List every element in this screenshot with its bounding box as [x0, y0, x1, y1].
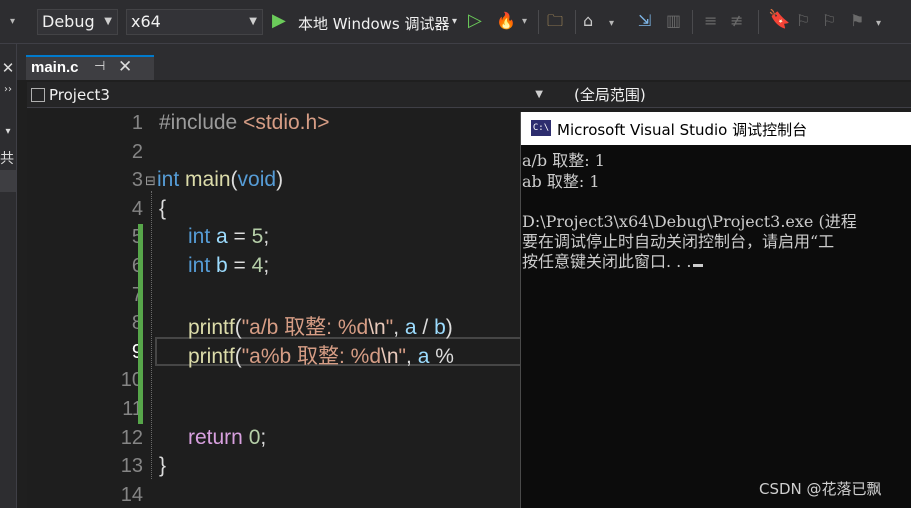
code-line-6: int b = 4; [188, 254, 270, 277]
home-icon[interactable]: ⌂ [583, 11, 593, 31]
line-number: 3 [131, 169, 143, 191]
overflow-arrow-icon[interactable]: ▾ [10, 12, 15, 32]
scope-dropdown[interactable]: (全局范围) [574, 84, 904, 106]
solution-config-value: Debug [42, 12, 95, 31]
project-name: Project3 [49, 86, 110, 104]
line-number: 7 [79, 284, 143, 307]
main-toolbar: ▾ Debug ▼ x64 ▼ ▶ 本地 Windows 调试器 ▾ ▷ 🔥 ▾… [0, 0, 911, 44]
console-output-line-prompt: 按任意键关闭此窗口. . . [522, 248, 704, 272]
code-line-4: { [159, 197, 167, 220]
previous-bookmark-icon[interactable]: ⚐ [796, 11, 810, 31]
line-number: 8 [79, 312, 143, 335]
close-icon[interactable]: ✕ [0, 58, 16, 78]
line-number: 4 [131, 198, 143, 220]
uncomment-lines-icon[interactable]: ≢ [730, 11, 743, 31]
scope-label: (全局范围) [574, 86, 646, 104]
console-title: Microsoft Visual Studio 调试控制台 [557, 121, 808, 139]
chevron-down-icon: ▼ [104, 16, 112, 27]
line-number: 14 [120, 484, 143, 506]
code-line-12: return 0; [188, 426, 267, 449]
line-number: 1 [131, 112, 143, 134]
line-number: 13 [120, 455, 143, 477]
code-line-3: int main(void) [157, 168, 284, 191]
left-strip-label: 共 [0, 151, 14, 167]
start-without-debugging-icon[interactable]: ▷ [468, 11, 482, 31]
split-view-icon[interactable]: ▥ [666, 11, 681, 31]
code-line-5: int a = 5; [188, 225, 270, 248]
console-title-bar[interactable]: C:\ Microsoft Visual Studio 调试控制台 [521, 112, 911, 145]
chevron-down-icon: ▼ [249, 16, 257, 27]
line-number: 6 [79, 255, 143, 278]
line-number: 5 [79, 226, 143, 249]
line-number: 10 [120, 369, 143, 391]
platform-value: x64 [131, 12, 161, 31]
chevron-down-icon: ▼ [535, 89, 543, 100]
line-number-current: 9 [79, 341, 143, 364]
console-app-icon: C:\ [531, 120, 551, 136]
hot-reload-icon[interactable]: 🔥 [496, 11, 516, 31]
start-debugging-button[interactable]: ▶ 本地 Windows 调试器 ▾ [272, 8, 466, 36]
code-line-8: printf("a/b 取整: %d\n", a / b) [188, 316, 453, 339]
navigation-bar: Project3 ▼ (全局范围) [27, 82, 911, 108]
code-line-9: printf("a%b 取整: %d\n", a % [188, 345, 454, 368]
chevron-down-icon[interactable]: ▾ [0, 122, 16, 142]
find-in-files-icon[interactable]: 🗀 [547, 11, 563, 31]
toolbar-separator [758, 10, 759, 34]
start-debugging-label: 本地 Windows 调试器 [298, 15, 450, 33]
tab-label: main.c [31, 59, 79, 76]
document-tab-bar: main.c ⊣ ✕ [17, 44, 911, 80]
chevron-down-icon: ▾ [452, 16, 458, 27]
close-icon[interactable]: ✕ [118, 57, 132, 77]
toolbar-separator [692, 10, 693, 34]
chevron-down-icon[interactable]: ▾ [609, 14, 614, 34]
line-number: 2 [131, 141, 143, 163]
code-line-1: #include <stdio.h> [159, 111, 330, 134]
change-tracking-bar [138, 224, 143, 424]
chevron-down-icon[interactable]: ▾ [876, 14, 881, 34]
line-number: 11 [122, 398, 143, 420]
platform-dropdown[interactable]: x64 ▼ [126, 9, 263, 35]
comment-lines-icon[interactable]: ≡ [704, 11, 717, 31]
left-tool-strip: ✕ ›› ▾ 共 [0, 44, 17, 508]
collapse-icon[interactable]: ⊟ [145, 174, 156, 189]
project-icon [31, 88, 45, 102]
code-line-13: } [159, 454, 167, 477]
pin-icon[interactable]: ⊣ [94, 59, 105, 74]
console-cursor [693, 264, 704, 267]
line-number: 12 [120, 427, 143, 449]
left-strip-selected-item[interactable] [0, 170, 16, 192]
watermark: CSDN @花落已飘 [759, 480, 882, 498]
next-bookmark-icon[interactable]: ⚐ [822, 11, 836, 31]
project-dropdown[interactable]: Project3 ▼ [31, 84, 545, 106]
fold-guide-line [151, 191, 152, 479]
toolbar-separator [538, 10, 539, 34]
play-icon: ▶ [272, 10, 286, 31]
pointer-icon[interactable]: ⇲ [638, 11, 651, 31]
debug-console-window[interactable]: C:\ Microsoft Visual Studio 调试控制台 a/b 取整… [520, 112, 911, 508]
solution-config-dropdown[interactable]: Debug ▼ [37, 9, 118, 35]
chevron-down-icon[interactable]: ▾ [522, 12, 527, 32]
chevron-right-icon[interactable]: ›› [0, 80, 16, 100]
clear-bookmarks-icon[interactable]: ⚑ [850, 11, 864, 31]
tab-main-c[interactable]: main.c ⊣ ✕ [26, 55, 154, 80]
console-output-line: ab 取整: 1 [522, 172, 600, 191]
toolbar-separator [575, 10, 576, 34]
bookmark-icon[interactable]: 🔖 [768, 10, 790, 30]
